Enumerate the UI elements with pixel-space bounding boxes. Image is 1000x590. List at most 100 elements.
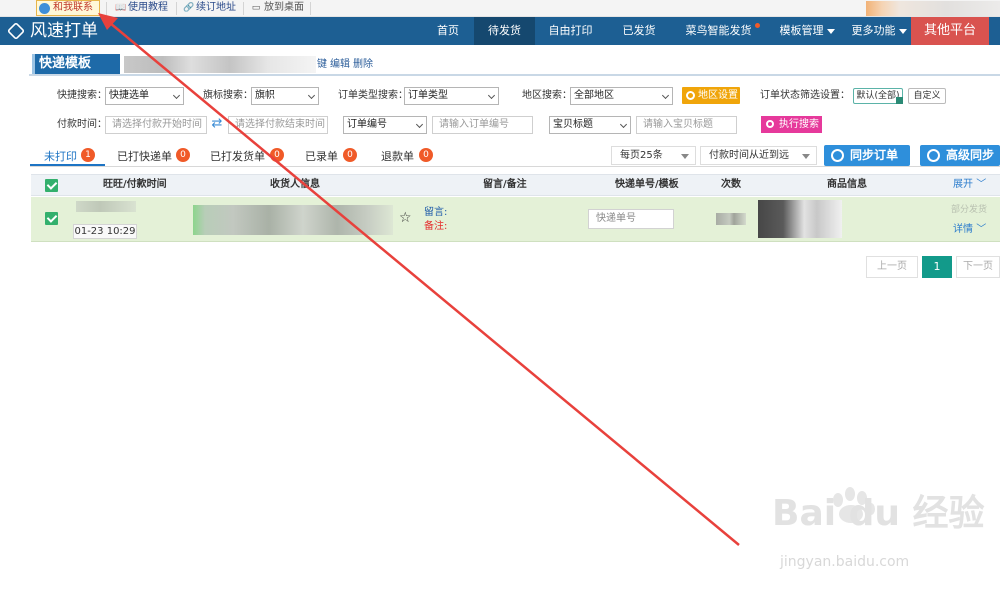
express-number-input[interactable]: 快递单号 <box>588 209 674 229</box>
quick-search-select[interactable]: 快捷选单 <box>105 87 184 105</box>
nav-item-label: 待发货 <box>488 24 521 37</box>
chevron-down-icon <box>487 91 496 100</box>
user-avatar-blurred[interactable] <box>866 1 1000 16</box>
partial-ship-link[interactable]: 部分发货 <box>951 204 987 216</box>
prev-page-button[interactable]: 上一页 <box>866 256 918 278</box>
order-number-select[interactable]: 订单编号 <box>343 116 427 134</box>
region-search-label: 地区搜索： <box>522 90 572 101</box>
nav-item-free-print[interactable]: 自由打印 <box>539 17 602 45</box>
other-platform-button[interactable]: 其他平台 <box>911 17 989 45</box>
nav-item-template-mgmt[interactable]: 模板管理 <box>773 17 841 45</box>
selected-check-icon <box>896 97 903 104</box>
app-logo: 风速打单 <box>6 17 98 45</box>
nav-item-label: 更多功能 <box>851 24 896 37</box>
pay-end-input[interactable]: 请选择付款结束时间 <box>228 116 328 134</box>
per-page-select[interactable]: 每页25条 <box>611 146 696 165</box>
book-icon: 📖 <box>115 3 127 13</box>
select-value: 每页25条 <box>620 150 663 161</box>
gear-icon <box>686 91 695 100</box>
desktop-label: 放到桌面 <box>264 2 304 13</box>
tab-refund[interactable]: 退款单 <box>381 148 414 166</box>
contact-us-label: 和我联系 <box>53 2 93 13</box>
nav-item-home[interactable]: 首页 <box>425 17 471 45</box>
next-page-button[interactable]: 下一页 <box>956 256 1000 278</box>
renew-label: 续订地址 <box>196 2 236 13</box>
column-header: 收货人信息 <box>270 179 320 190</box>
chevron-down-icon <box>172 91 181 100</box>
region-select[interactable]: 全部地区 <box>570 87 673 105</box>
order-type-select[interactable]: 订单类型 <box>404 87 499 105</box>
sort-select[interactable]: 付款时间从近到远 <box>700 146 817 165</box>
order-type-label: 订单类型搜索： <box>338 90 408 101</box>
desktop-icon: ▭ <box>251 3 261 13</box>
default-filter-label: 默认(全部) <box>856 91 900 101</box>
flag-search-label: 旗标搜索： <box>203 90 253 101</box>
select-value: 快捷选单 <box>109 90 149 101</box>
select-value: 付款时间从近到远 <box>709 150 789 161</box>
execute-search-button[interactable]: 执行搜索 <box>761 116 822 133</box>
nav-item-label: 自由打印 <box>548 24 593 37</box>
tab-count-badge: 0 <box>270 148 284 162</box>
page-1-button[interactable]: 1 <box>922 256 952 278</box>
app-logo-text: 风速打单 <box>30 21 98 41</box>
item-title-select[interactable]: 宝贝标题 <box>549 116 631 134</box>
expand-all-link[interactable]: 展开 ﹀ <box>953 178 986 192</box>
advanced-sync-button[interactable]: 高级同步 <box>920 145 1000 166</box>
custom-filter-button[interactable]: 自定义 <box>908 88 946 104</box>
execute-search-label: 执行搜索 <box>779 119 819 130</box>
contact-us-link[interactable]: 和我联系 <box>36 0 100 16</box>
contact-icon <box>39 3 50 14</box>
table-row[interactable] <box>31 197 1000 242</box>
region-settings-label: 地区设置 <box>698 90 738 101</box>
nav-item-pending-ship[interactable]: 待发货 <box>474 17 535 45</box>
star-icon[interactable]: ☆ <box>399 211 413 225</box>
select-value: 宝贝标题 <box>553 119 593 130</box>
chevron-down-icon <box>415 120 424 129</box>
swap-icon[interactable]: ⇄ <box>209 117 225 131</box>
chevron-down-icon <box>661 91 670 100</box>
tab-express-printed[interactable]: 已打快递单 <box>117 148 172 166</box>
column-header: 商品信息 <box>827 179 867 190</box>
divider <box>176 2 177 15</box>
expand-label: 展开 <box>953 179 973 190</box>
message-label: 留言: <box>424 207 448 218</box>
sync-orders-button[interactable]: 同步订单 <box>824 145 910 166</box>
divider <box>310 2 311 15</box>
desktop-link[interactable]: ▭ 放到桌面 <box>250 0 304 16</box>
chevron-down-icon <box>826 28 835 34</box>
order-number-input[interactable]: 请输入订单编号 <box>432 116 533 134</box>
nav-item-shipped[interactable]: 已发货 <box>612 17 666 45</box>
cube-icon <box>6 21 26 41</box>
tabs-divider <box>30 166 1000 167</box>
template-key-link[interactable]: 键 <box>317 59 327 70</box>
tutorial-link[interactable]: 📖 使用教程 <box>114 0 168 16</box>
chevron-down-icon <box>619 120 628 129</box>
product-info-blurred <box>758 200 842 238</box>
new-dot-indicator <box>755 23 760 28</box>
select-all-checkbox[interactable] <box>45 179 58 192</box>
flag-search-select[interactable]: 旗帜 <box>251 87 319 105</box>
tab-count-badge: 0 <box>419 148 433 162</box>
template-list-blurred[interactable] <box>124 56 316 73</box>
nav-item-more[interactable]: 更多功能 <box>848 17 910 45</box>
select-value: 订单类型 <box>408 90 448 101</box>
pay-start-input[interactable]: 请选择付款开始时间 <box>105 116 207 134</box>
nav-item-label: 首页 <box>437 24 459 37</box>
tab-invoice-printed[interactable]: 已打发货单 <box>210 148 265 166</box>
region-settings-button[interactable]: 地区设置 <box>682 87 740 104</box>
renew-link[interactable]: 🔗 续订地址 <box>182 0 236 16</box>
select-value: 订单编号 <box>347 119 387 130</box>
tab-unprinted[interactable]: 未打印 <box>44 148 77 166</box>
template-delete-link[interactable]: 删除 <box>353 59 373 70</box>
select-value: 全部地区 <box>574 90 614 101</box>
nav-item-cainiao-ship[interactable]: 菜鸟智能发货 <box>677 17 760 45</box>
item-title-input[interactable]: 请输入宝贝标题 <box>636 116 737 134</box>
detail-link[interactable]: 详情 ﹀ <box>953 223 986 236</box>
tab-recorded[interactable]: 已录单 <box>305 148 338 166</box>
default-filter-button[interactable]: 默认(全部) <box>853 88 903 104</box>
sync-icon <box>831 149 844 162</box>
column-header: 留言/备注 <box>483 179 527 190</box>
advanced-sync-label: 高级同步 <box>946 148 995 162</box>
template-edit-link[interactable]: 编辑 <box>330 59 350 70</box>
row-checkbox[interactable] <box>45 212 58 225</box>
